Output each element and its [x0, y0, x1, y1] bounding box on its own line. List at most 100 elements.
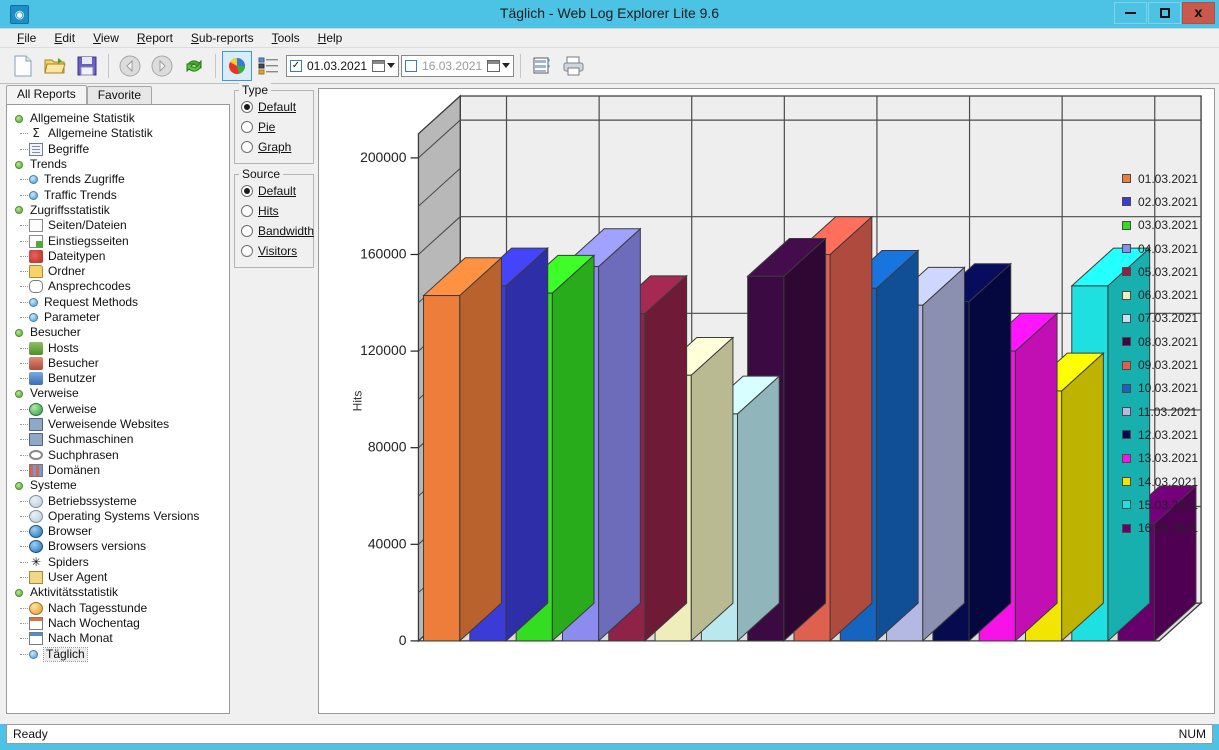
- table-report-button[interactable]: [527, 51, 557, 81]
- tree-item-begriffe[interactable]: Begriffe: [7, 142, 229, 157]
- tree-item-t-glich[interactable]: Täglich: [7, 646, 229, 662]
- radio-type-graph[interactable]: Graph: [241, 137, 309, 157]
- minimize-icon: [1125, 12, 1136, 14]
- reports-tree[interactable]: Allgemeine Statistik Σ Allgemeine Statisti…: [6, 104, 230, 714]
- radio-source-default-label: Default: [258, 184, 297, 198]
- legend-label: 05.03.2021: [1138, 264, 1199, 279]
- refresh-button[interactable]: [179, 51, 209, 81]
- legend-item: 13.03.2021: [1122, 447, 1206, 470]
- date-from-dropdown[interactable]: [372, 59, 396, 72]
- tree-item-ordner[interactable]: Ordner: [7, 264, 229, 279]
- tree-item-hosts[interactable]: Hosts: [7, 340, 229, 355]
- save-button[interactable]: [72, 51, 102, 81]
- tree-guide-line: [20, 255, 28, 257]
- radio-indicator: [241, 245, 253, 257]
- tree-item-benutzer[interactable]: Benutzer: [7, 371, 229, 386]
- tree-item-dom-nen[interactable]: Domänen: [7, 463, 229, 478]
- tree-item-browser[interactable]: Browser: [7, 524, 229, 539]
- tree-item-dateitypen[interactable]: Dateitypen: [7, 249, 229, 264]
- tree-item-seiten-dateien[interactable]: Seiten/Dateien: [7, 218, 229, 233]
- tree-item-ansprechcodes[interactable]: Ansprechcodes: [7, 279, 229, 294]
- chart-bar: [422, 256, 503, 643]
- tree-item-verweisende-websites[interactable]: Verweisende Websites: [7, 417, 229, 432]
- radio-source-visitors[interactable]: Visitors: [241, 241, 309, 261]
- menu-view[interactable]: View: [84, 29, 128, 47]
- tree-item-spiders[interactable]: ✳ Spiders: [7, 555, 229, 570]
- menu-sub-reports[interactable]: Sub-reports: [182, 29, 263, 47]
- minimize-button[interactable]: [1114, 2, 1147, 24]
- tree-item-suchmaschinen[interactable]: Suchmaschinen: [7, 432, 229, 447]
- legend-item: 15.03.2021: [1122, 493, 1206, 516]
- tree-item-traffic-trends[interactable]: Traffic Trends: [7, 187, 229, 202]
- radio-source-hits[interactable]: Hits: [241, 201, 309, 221]
- chart-y-tick-label: 80000: [368, 439, 407, 455]
- tree-item-allgemeine-statistik[interactable]: Σ Allgemeine Statistik: [7, 126, 229, 141]
- tree-item-nach-wochentag[interactable]: Nach Wochentag: [7, 616, 229, 631]
- tree-item-browsers-versions[interactable]: Browsers versions: [7, 539, 229, 554]
- radio-source-bandwidth[interactable]: Bandwidth: [241, 221, 314, 241]
- new-document-button[interactable]: [8, 51, 38, 81]
- tree-item-label: Täglich: [43, 646, 88, 662]
- print-button[interactable]: [559, 51, 589, 81]
- tree-item-label: Aktivitätsstatistik: [30, 585, 119, 600]
- tree-item-zugriffsstatistik[interactable]: Zugriffsstatistik: [7, 203, 229, 218]
- tree-item-allgemeine-statistik[interactable]: Allgemeine Statistik: [7, 111, 229, 126]
- tree-item-suchphrasen[interactable]: Suchphrasen: [7, 448, 229, 463]
- radio-type-pie[interactable]: Pie: [241, 117, 309, 137]
- tree-item-systeme[interactable]: Systeme: [7, 478, 229, 493]
- tree-item-label: Betriebssysteme: [48, 493, 137, 508]
- user-green-icon: [29, 341, 43, 355]
- tree-item-trends[interactable]: Trends: [7, 157, 229, 172]
- tab-all-reports[interactable]: All Reports: [6, 85, 87, 104]
- tree-item-parameter[interactable]: Parameter: [7, 310, 229, 325]
- tree-item-besucher[interactable]: Besucher: [7, 325, 229, 340]
- menu-report[interactable]: Report: [128, 29, 182, 47]
- radio-type-default[interactable]: Default: [241, 97, 309, 117]
- tree-item-verweise[interactable]: Verweise: [7, 402, 229, 417]
- menu-tools[interactable]: Tools: [263, 29, 309, 47]
- date-to-field[interactable]: 16.03.2021: [401, 54, 515, 77]
- radio-indicator: [241, 185, 253, 197]
- tree-item-nach-monat[interactable]: Nach Monat: [7, 631, 229, 646]
- tree-guide-line: [20, 653, 28, 655]
- tab-favorite[interactable]: Favorite: [86, 86, 153, 104]
- chart-bar-side: [875, 249, 919, 643]
- date-from-field[interactable]: ✓ 01.03.2021: [286, 54, 400, 77]
- spider-icon: ✳: [30, 554, 42, 569]
- tree-item-trends-zugriffe[interactable]: Trends Zugriffe: [7, 172, 229, 187]
- tree-item-verweise[interactable]: Verweise: [7, 386, 229, 401]
- menu-file[interactable]: File: [8, 29, 45, 47]
- user-red-icon: [29, 356, 43, 370]
- toolbar: ✓ 01.03.2021 16.03.2021: [0, 48, 1219, 84]
- date-to-checkbox[interactable]: [405, 59, 418, 72]
- menu-edit[interactable]: Edit: [45, 29, 84, 47]
- open-folder-icon: [44, 57, 66, 73]
- list-view-button[interactable]: [254, 51, 284, 81]
- menu-help[interactable]: Help: [309, 29, 352, 47]
- tree-guide-line: [20, 378, 28, 380]
- chart-view-button[interactable]: [222, 50, 252, 81]
- radio-source-default[interactable]: Default: [241, 181, 309, 201]
- back-button[interactable]: [115, 51, 145, 81]
- tree-item-operating-systems-versions[interactable]: Operating Systems Versions: [7, 509, 229, 524]
- tree-item-label: Traffic Trends: [44, 187, 117, 202]
- date-from-checkbox[interactable]: ✓: [290, 59, 302, 72]
- tree-item-betriebssysteme[interactable]: Betriebssysteme: [7, 493, 229, 508]
- tree-item-label: Nach Monat: [48, 631, 113, 646]
- forward-button[interactable]: [147, 51, 177, 81]
- tree-item-request-methods[interactable]: Request Methods: [7, 295, 229, 310]
- tree-item-einstiegsseiten[interactable]: Einstiegsseiten: [7, 233, 229, 248]
- type-group: Type Default Pie Graph: [234, 83, 314, 164]
- tree-item-user-agent[interactable]: User Agent: [7, 570, 229, 585]
- legend-color-swatch: [1122, 500, 1131, 510]
- maximize-button[interactable]: [1148, 2, 1181, 24]
- legend-color-swatch: [1122, 197, 1131, 207]
- open-folder-button[interactable]: [40, 51, 70, 81]
- tree-item-besucher[interactable]: Besucher: [7, 356, 229, 371]
- tree-item-nach-tagesstunde[interactable]: Nach Tagesstunde: [7, 601, 229, 616]
- date-to-dropdown[interactable]: [487, 59, 511, 72]
- tree-item-aktivit-tsstatistik[interactable]: Aktivitätsstatistik: [7, 585, 229, 600]
- close-button[interactable]: x: [1182, 2, 1215, 24]
- chart-bar-side: [505, 246, 549, 643]
- tree-item-label: Request Methods: [44, 294, 139, 309]
